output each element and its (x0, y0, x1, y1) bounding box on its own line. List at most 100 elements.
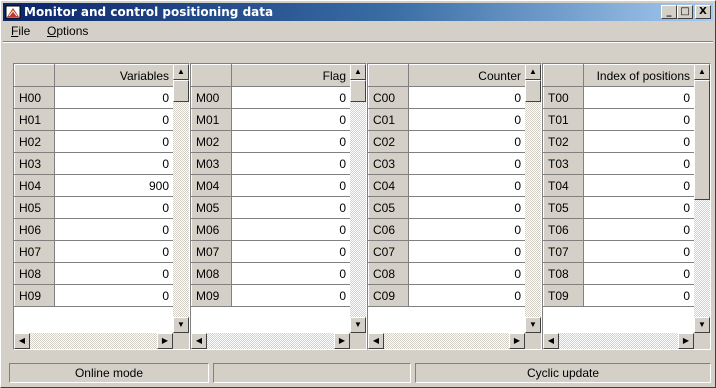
value-cell[interactable]: 0 (408, 196, 526, 219)
row-header[interactable]: M02 (191, 130, 232, 153)
table-row[interactable]: T01 0 (543, 108, 695, 131)
row-header[interactable]: T01 (543, 108, 584, 131)
table-row[interactable]: T03 0 (543, 152, 695, 175)
arrow-up-icon[interactable]: ▲ (173, 64, 189, 80)
value-cell[interactable]: 0 (231, 174, 351, 197)
table-row[interactable]: T00 0 (543, 86, 695, 109)
table-row[interactable]: M08 0 (191, 262, 351, 285)
arrow-down-icon[interactable]: ▼ (525, 317, 541, 333)
arrow-up-icon[interactable]: ▲ (525, 64, 541, 80)
value-cell[interactable]: 0 (54, 262, 174, 285)
value-cell[interactable]: 0 (583, 86, 695, 109)
row-header[interactable]: M03 (191, 152, 232, 175)
arrow-up-icon[interactable]: ▲ (350, 64, 366, 80)
row-header[interactable]: C01 (368, 108, 409, 131)
value-cell[interactable]: 0 (54, 284, 174, 307)
arrow-right-icon[interactable]: ▶ (157, 333, 173, 349)
table-row[interactable]: M03 0 (191, 152, 351, 175)
row-header[interactable]: H00 (14, 86, 55, 109)
arrow-left-icon[interactable]: ◀ (191, 333, 207, 349)
column-header[interactable]: Variables (54, 64, 174, 87)
row-header[interactable]: M09 (191, 284, 232, 307)
value-cell[interactable]: 0 (408, 130, 526, 153)
table-row[interactable]: H08 0 (14, 262, 174, 285)
row-header[interactable]: C03 (368, 152, 409, 175)
value-cell[interactable]: 0 (583, 130, 695, 153)
column-header[interactable]: Index of positions (583, 64, 695, 87)
row-header[interactable]: H07 (14, 240, 55, 263)
arrow-down-icon[interactable]: ▼ (694, 317, 710, 333)
value-cell[interactable]: 0 (54, 218, 174, 241)
horizontal-scrollbar[interactable]: ◀ ▶ (368, 333, 525, 349)
menu-file[interactable]: File (5, 22, 36, 40)
close-button[interactable]: X (695, 5, 711, 19)
value-cell[interactable]: 0 (408, 108, 526, 131)
value-cell[interactable]: 0 (583, 196, 695, 219)
value-cell[interactable]: 0 (408, 152, 526, 175)
row-header[interactable]: H09 (14, 284, 55, 307)
row-header[interactable]: C00 (368, 86, 409, 109)
table-row[interactable]: T08 0 (543, 262, 695, 285)
row-header[interactable]: T07 (543, 240, 584, 263)
table-row[interactable]: C04 0 (368, 174, 526, 197)
row-header[interactable]: M01 (191, 108, 232, 131)
value-cell[interactable]: 0 (583, 240, 695, 263)
column-header[interactable]: Counter (408, 64, 526, 87)
horizontal-scrollbar[interactable]: ◀ ▶ (191, 333, 350, 349)
value-cell[interactable]: 0 (231, 108, 351, 131)
scroll-thumb[interactable] (173, 80, 189, 102)
table-row[interactable]: C03 0 (368, 152, 526, 175)
arrow-down-icon[interactable]: ▼ (350, 317, 366, 333)
value-cell[interactable]: 0 (408, 262, 526, 285)
value-cell[interactable]: 0 (231, 86, 351, 109)
horizontal-scrollbar[interactable]: ◀ ▶ (14, 333, 173, 349)
row-header[interactable]: C05 (368, 196, 409, 219)
row-header[interactable]: T02 (543, 130, 584, 153)
table-row[interactable]: T05 0 (543, 196, 695, 219)
value-cell[interactable]: 0 (54, 196, 174, 219)
table-row[interactable]: H01 0 (14, 108, 174, 131)
row-header[interactable]: C04 (368, 174, 409, 197)
value-cell[interactable]: 0 (231, 240, 351, 263)
value-cell[interactable]: 0 (231, 196, 351, 219)
minimize-button[interactable]: _ (661, 5, 677, 19)
table-row[interactable]: H03 0 (14, 152, 174, 175)
row-header[interactable]: H03 (14, 152, 55, 175)
table-row[interactable]: H04 900 (14, 174, 174, 197)
table-row[interactable]: M09 0 (191, 284, 351, 307)
arrow-down-icon[interactable]: ▼ (173, 317, 189, 333)
value-cell[interactable]: 0 (583, 284, 695, 307)
value-cell[interactable]: 0 (54, 130, 174, 153)
table-row[interactable]: H05 0 (14, 196, 174, 219)
grid-corner-cell[interactable] (14, 64, 55, 87)
value-cell[interactable]: 0 (54, 152, 174, 175)
value-cell[interactable]: 900 (54, 174, 174, 197)
value-cell[interactable]: 0 (408, 284, 526, 307)
table-row[interactable]: C08 0 (368, 262, 526, 285)
row-header[interactable]: T05 (543, 196, 584, 219)
value-cell[interactable]: 0 (583, 262, 695, 285)
row-header[interactable]: C09 (368, 284, 409, 307)
value-cell[interactable]: 0 (231, 262, 351, 285)
table-row[interactable]: M02 0 (191, 130, 351, 153)
scroll-thumb[interactable] (694, 80, 710, 200)
scroll-thumb[interactable] (350, 80, 366, 102)
horizontal-scrollbar[interactable]: ◀ ▶ (543, 333, 694, 349)
table-row[interactable]: H02 0 (14, 130, 174, 153)
table-row[interactable]: M06 0 (191, 218, 351, 241)
table-row[interactable]: H09 0 (14, 284, 174, 307)
grid-corner-cell[interactable] (543, 64, 584, 87)
table-row[interactable]: C07 0 (368, 240, 526, 263)
arrow-left-icon[interactable]: ◀ (14, 333, 30, 349)
vertical-scrollbar[interactable]: ▲ ▼ (694, 64, 710, 333)
value-cell[interactable]: 0 (583, 218, 695, 241)
row-header[interactable]: M08 (191, 262, 232, 285)
vertical-scrollbar[interactable]: ▲ ▼ (525, 64, 541, 333)
arrow-left-icon[interactable]: ◀ (368, 333, 384, 349)
value-cell[interactable]: 0 (231, 130, 351, 153)
row-header[interactable]: H08 (14, 262, 55, 285)
value-cell[interactable]: 0 (583, 174, 695, 197)
table-row[interactable]: C02 0 (368, 130, 526, 153)
row-header[interactable]: M05 (191, 196, 232, 219)
row-header[interactable]: T08 (543, 262, 584, 285)
